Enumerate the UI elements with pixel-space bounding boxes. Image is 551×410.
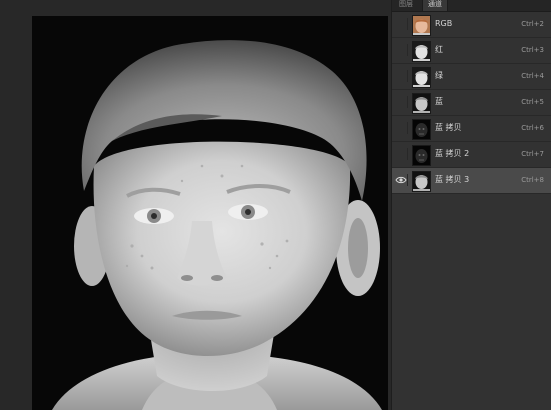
channel-row[interactable]: RGB Ctrl+2 [392,12,551,38]
channel-row[interactable]: 绿 Ctrl+4 [392,64,551,90]
eye-icon[interactable] [395,44,408,56]
channel-shortcut: Ctrl+6 [521,124,544,132]
channel-row[interactable]: 蓝 拷贝 3 Ctrl+8 [392,168,551,194]
channel-thumbnail [412,67,431,88]
channel-row[interactable]: 蓝 拷贝 2 Ctrl+7 [392,142,551,168]
channel-list: RGB Ctrl+2 红 Ctrl+3 绿 Ctrl+4 蓝 Ctrl+5 蓝 拷贝 Ctrl+6… [392,12,551,194]
portrait-image[interactable] [32,16,388,410]
panel-tab-bar: 图层 通道 [392,0,551,12]
photoshop-window: 图层 通道 RGB Ctrl+2 红 Ctrl+3 绿 Ctrl+4 蓝 Ctrl+5 蓝 拷贝… [0,0,551,410]
channel-name: 绿 [435,71,443,80]
channel-thumbnail [412,119,431,140]
tab-layers[interactable]: 图层 [394,0,418,11]
channel-shortcut: Ctrl+7 [521,150,544,158]
channel-name: 蓝 拷贝 2 [435,149,470,158]
channel-row[interactable]: 红 Ctrl+3 [392,38,551,64]
channel-shortcut: Ctrl+3 [521,46,544,54]
tab-channels[interactable]: 通道 [422,0,448,11]
eye-icon[interactable] [395,18,408,30]
channel-name: 红 [435,45,443,54]
channel-name: 蓝 [435,97,443,106]
channel-thumbnail [412,93,431,114]
eye-icon[interactable] [395,70,408,82]
eye-icon[interactable] [395,174,408,186]
portrait-graphic [32,16,388,410]
channel-row[interactable]: 蓝 拷贝 Ctrl+6 [392,116,551,142]
channel-thumbnail [412,41,431,62]
eye-icon[interactable] [395,96,408,108]
channels-panel: 图层 通道 RGB Ctrl+2 红 Ctrl+3 绿 Ctrl+4 蓝 Ctrl+5 蓝 拷贝… [391,0,551,410]
eye-icon[interactable] [395,122,408,134]
channel-shortcut: Ctrl+4 [521,72,544,80]
channel-shortcut: Ctrl+8 [521,176,544,184]
channel-name: 蓝 拷贝 3 [435,175,470,184]
channel-thumbnail [412,171,431,192]
channel-shortcut: Ctrl+2 [521,20,544,28]
eye-icon[interactable] [395,148,408,160]
channel-row[interactable]: 蓝 Ctrl+5 [392,90,551,116]
channel-thumbnail [412,145,431,166]
canvas-area[interactable] [0,0,391,410]
channel-name: 蓝 拷贝 [435,123,462,132]
channel-shortcut: Ctrl+5 [521,98,544,106]
channel-thumbnail [412,15,431,36]
channel-name: RGB [435,19,453,28]
